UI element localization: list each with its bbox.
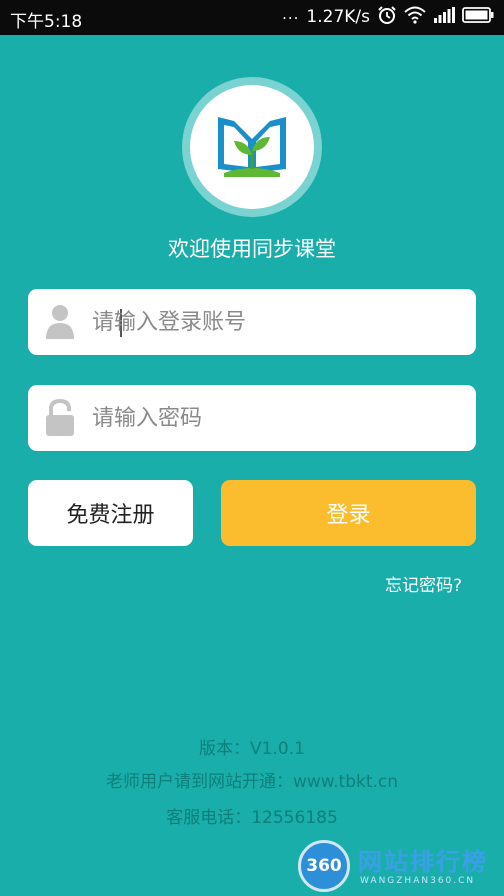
password-input[interactable] [92,385,462,451]
alarm-icon [377,5,397,30]
app-logo [182,77,322,217]
login-screen: 下午5:18 ... 1.27K/s 欢迎使用同步课堂 请输入登录账号 免费注册… [0,0,504,896]
watermark-title: 网站排行榜 [358,848,488,876]
network-speed: 1.27K/s [306,7,370,27]
watermark-subtitle: WANGZHAN360.CN [360,876,476,886]
service-phone-text: 客服电话：12556185 [166,808,338,828]
book-sprout-icon [218,117,286,177]
signal-icon [433,6,455,28]
status-more-dots: ... [282,5,300,23]
username-input[interactable] [92,289,462,355]
password-field[interactable] [28,385,476,451]
version-text: 版本：V1.0.1 [199,739,305,759]
logo-disc [190,85,314,209]
register-button[interactable]: 免费注册 [28,480,193,546]
welcome-text: 欢迎使用同步课堂 [168,237,336,261]
watermark-logo: 360 网站排行榜 WANGZHAN360.CN [296,836,504,896]
status-indicators: ... 1.27K/s [275,5,494,30]
wifi-icon [404,6,426,29]
watermark-badge: 360 [298,840,350,892]
login-button[interactable]: 登录 [221,480,476,546]
status-bar: 下午5:18 ... 1.27K/s [0,0,504,35]
status-time: 下午5:18 [10,12,83,32]
lock-icon [44,398,76,441]
website-info-text: 老师用户请到网站开通：www.tbkt.cn [105,772,399,792]
username-field[interactable] [28,289,476,355]
user-icon [44,303,76,345]
forgot-password-link[interactable]: 忘记密码? [385,571,462,596]
battery-icon [462,6,494,28]
